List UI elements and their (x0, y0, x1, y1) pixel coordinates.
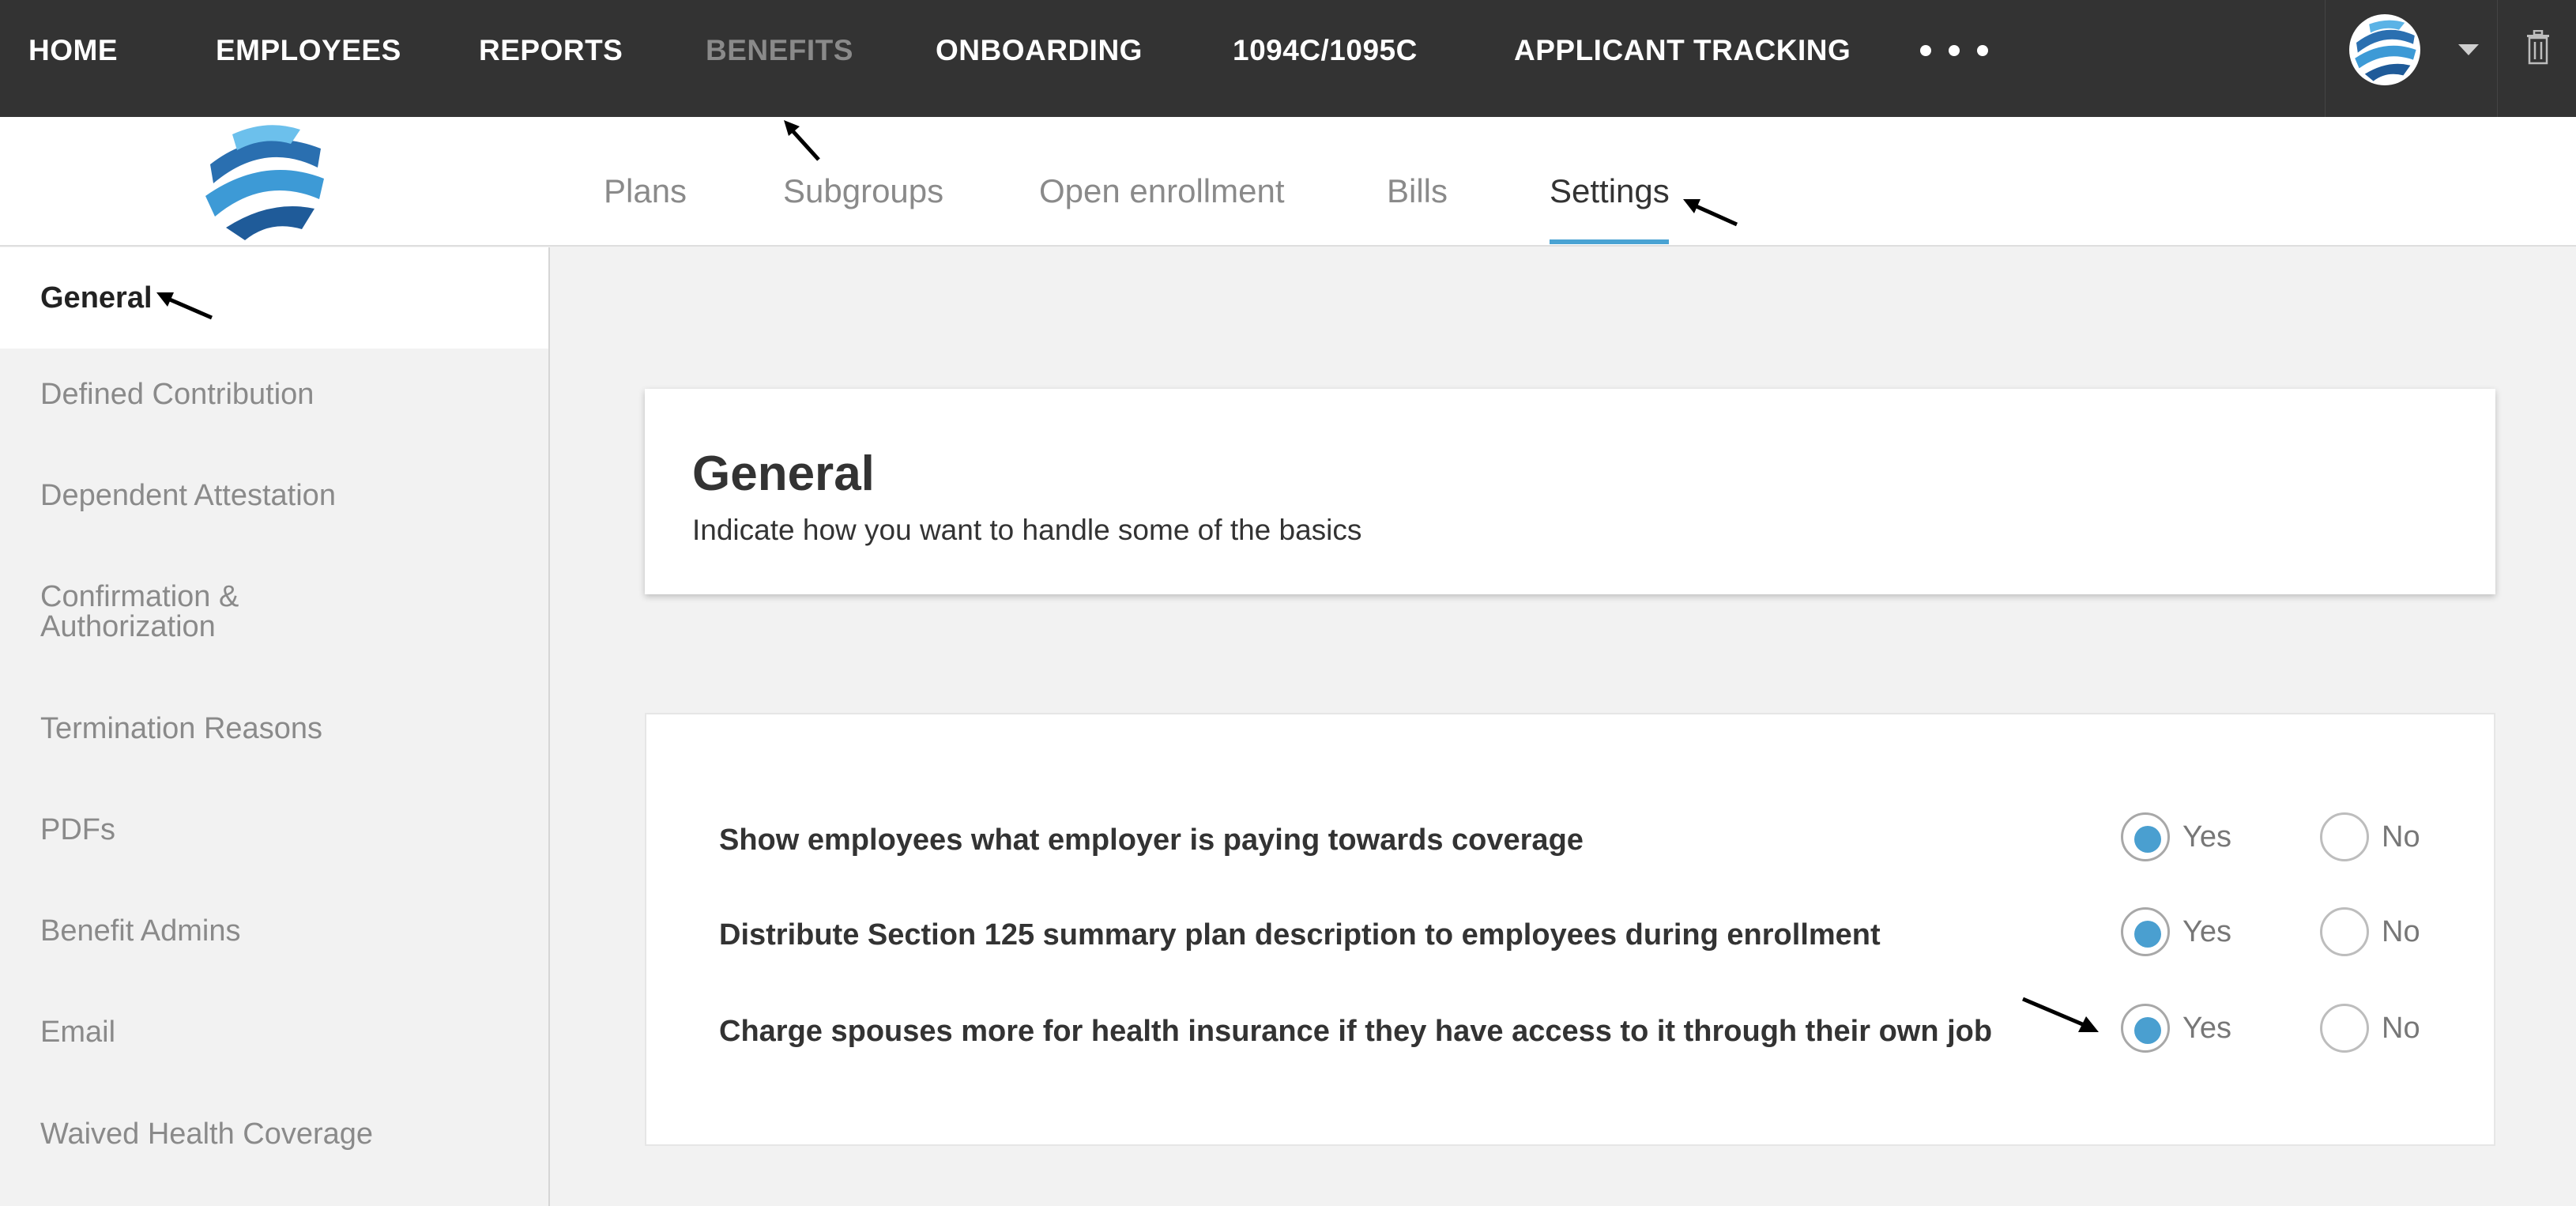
radio-yes[interactable] (2121, 812, 2170, 861)
sidebar-item-email[interactable]: Email (0, 1016, 548, 1050)
annotation-arrow-icon (2022, 997, 2099, 1032)
page-title: General (692, 447, 875, 501)
settings-sidebar: General Defined Contribution Dependent A… (0, 247, 550, 1206)
option-row-distribute-section-125: Distribute Section 125 summary plan desc… (646, 907, 2495, 970)
annotation-arrow-icon (156, 292, 213, 320)
general-options-card: Show employees what employer is paying t… (645, 713, 2495, 1146)
page-subtitle: Indicate how you want to handle some of … (692, 514, 1362, 546)
radio-yes-label[interactable]: Yes (2182, 915, 2231, 949)
ellipsis-icon[interactable] (1920, 0, 1988, 101)
sidebar-item-confirmation-authorization[interactable]: Confirmation & Authorization (0, 582, 332, 642)
annotation-arrow-icon (1683, 199, 1738, 227)
radio-yes-label[interactable]: Yes (2182, 1012, 2231, 1046)
radio-no[interactable] (2320, 812, 2369, 861)
sidebar-item-defined-contribution[interactable]: Defined Contribution (0, 378, 548, 412)
globe-logo-icon (201, 119, 328, 245)
nav-onboarding[interactable]: ONBOARDING (936, 0, 1143, 101)
tab-subgroups[interactable]: Subgroups (783, 172, 943, 210)
radio-no-label[interactable]: No (2382, 820, 2420, 854)
radio-yes[interactable] (2121, 1004, 2170, 1053)
radio-no-label[interactable]: No (2382, 1012, 2420, 1046)
benefits-subheader: Plans Subgroups Open enrollment Bills Se… (0, 117, 2576, 247)
nav-reports[interactable]: REPORTS (479, 0, 623, 101)
general-header-card: General Indicate how you want to handle … (645, 389, 2495, 594)
sidebar-item-pdfs[interactable]: PDFs (0, 813, 548, 847)
sidebar-item-waived-health-coverage[interactable]: Waived Health Coverage (0, 1117, 548, 1151)
top-navigation-bar: HOME EMPLOYEES REPORTS BENEFITS ONBOARDI… (0, 0, 2576, 117)
nav-benefits[interactable]: BENEFITS (706, 0, 853, 101)
active-tab-indicator (1550, 239, 1669, 244)
radio-yes-label[interactable]: Yes (2182, 820, 2231, 854)
nav-employees[interactable]: EMPLOYEES (216, 0, 401, 101)
sidebar-item-dependent-attestation[interactable]: Dependent Attestation (0, 479, 548, 513)
option-row-show-employer-paying: Show employees what employer is paying t… (646, 812, 2495, 876)
tab-bills[interactable]: Bills (1387, 172, 1448, 210)
radio-no-label[interactable]: No (2382, 915, 2420, 949)
user-menu[interactable] (2325, 0, 2497, 117)
radio-no[interactable] (2320, 907, 2369, 956)
option-label: Show employees what employer is paying t… (719, 823, 1584, 857)
radio-no[interactable] (2320, 1004, 2369, 1053)
trash-button[interactable] (2497, 0, 2576, 117)
nav-home[interactable]: HOME (28, 0, 118, 101)
option-label: Charge spouses more for health insurance… (719, 1015, 1993, 1048)
sidebar-item-general[interactable]: General (0, 247, 548, 349)
nav-applicant-tracking[interactable]: APPLICANT TRACKING (1514, 0, 1851, 101)
tab-plans[interactable]: Plans (604, 172, 687, 210)
trash-icon (2527, 30, 2549, 65)
chevron-down-icon[interactable] (2458, 44, 2479, 55)
globe-logo-icon (2350, 15, 2420, 85)
radio-yes[interactable] (2121, 907, 2170, 956)
sidebar-item-benefit-admins[interactable]: Benefit Admins (0, 914, 548, 948)
annotation-arrow-icon (784, 120, 820, 161)
nav-1094c-1095c[interactable]: 1094C/1095C (1233, 0, 1418, 101)
avatar (2349, 14, 2420, 85)
sidebar-item-termination-reasons[interactable]: Termination Reasons (0, 712, 548, 746)
option-row-charge-spouses-more: Charge spouses more for health insurance… (646, 1004, 2495, 1067)
option-label: Distribute Section 125 summary plan desc… (719, 918, 1881, 952)
tab-settings[interactable]: Settings (1550, 172, 1670, 210)
tab-open-enrollment[interactable]: Open enrollment (1039, 172, 1285, 210)
company-logo (198, 117, 332, 247)
